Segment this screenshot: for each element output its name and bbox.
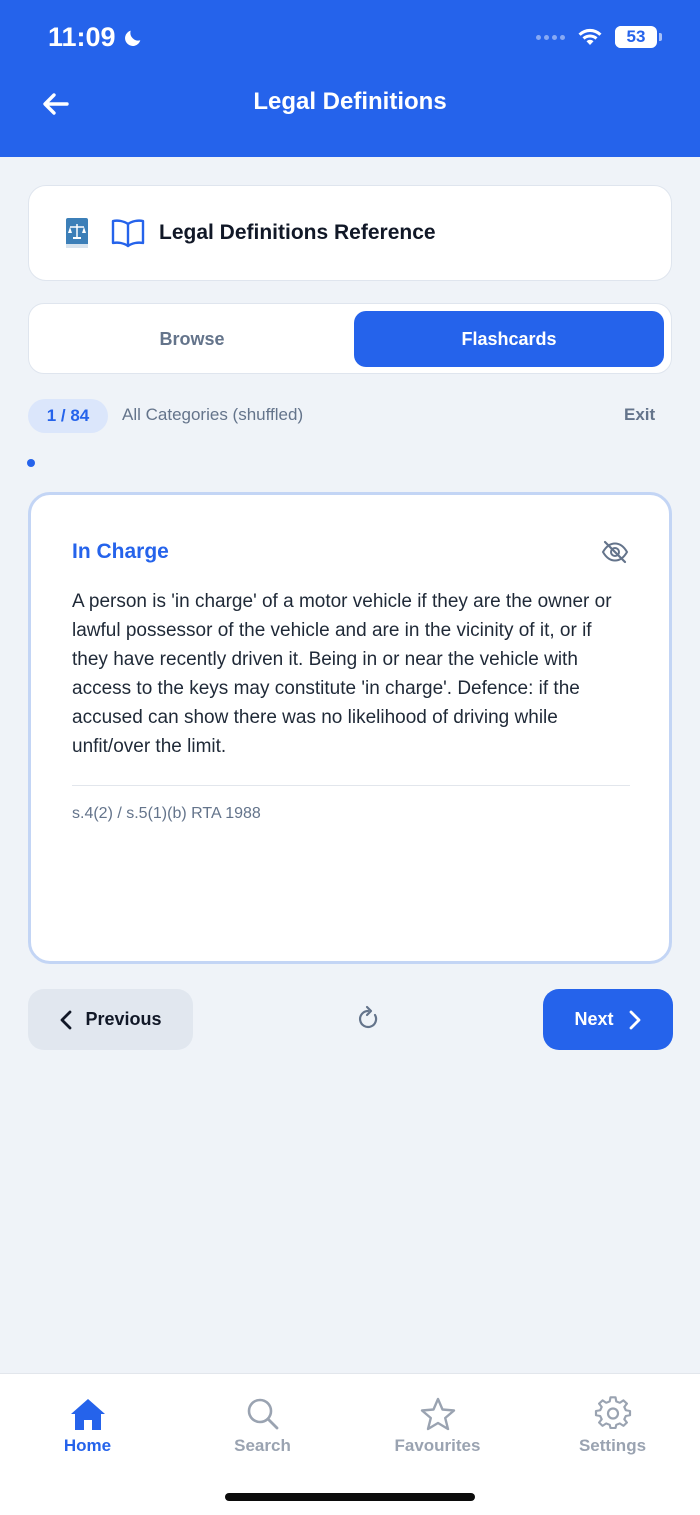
next-label: Next <box>574 1009 614 1029</box>
tab-settings[interactable]: Settings <box>525 1396 700 1456</box>
hide-definition-button[interactable] <box>601 540 629 564</box>
tab-search-label: Search <box>234 1436 291 1455</box>
card-source: s.4(2) / s.5(1)(b) RTA 1988 <box>72 805 261 822</box>
signal-icon <box>536 34 565 40</box>
card-divider <box>72 785 630 786</box>
page-title: Legal Definitions <box>253 88 447 115</box>
tab-favourites[interactable]: Favourites <box>350 1396 525 1456</box>
next-button[interactable]: Next <box>543 989 673 1050</box>
status-icons: 53 <box>536 26 662 48</box>
home-indicator <box>225 1493 475 1501</box>
rotate-icon <box>359 1005 378 1029</box>
exit-button[interactable]: Exit <box>624 405 655 425</box>
previous-button[interactable]: Previous <box>28 989 193 1050</box>
battery-level: 53 <box>626 27 646 46</box>
battery-icon: 53 <box>615 26 662 48</box>
category-label: All Categories (shuffled) <box>122 405 304 424</box>
tab-home[interactable]: Home <box>0 1396 175 1456</box>
tab-search[interactable]: Search <box>175 1396 350 1456</box>
status-time: 11:09 <box>48 22 144 53</box>
reference-card: Legal Definitions Reference <box>28 185 672 281</box>
card-term: In Charge <box>72 540 169 563</box>
home-icon <box>70 1399 105 1430</box>
flip-card-button[interactable] <box>354 1005 382 1033</box>
tab-flashcards[interactable]: Flashcards <box>354 311 664 367</box>
chevron-left-icon <box>61 1010 72 1029</box>
reference-title: Legal Definitions Reference <box>159 221 436 244</box>
tab-home-label: Home <box>63 1436 112 1455</box>
tab-settings-label: Settings <box>578 1436 647 1455</box>
chevron-right-icon <box>629 1010 640 1029</box>
star-icon <box>420 1397 455 1431</box>
wifi-icon <box>578 28 602 45</box>
eye-off-icon <box>601 540 629 564</box>
tab-favourites-label: Favourites <box>394 1436 481 1455</box>
search-icon <box>247 1398 278 1430</box>
flashcard[interactable]: In Charge A person is 'in charge' of a m… <box>28 492 672 964</box>
law-book-icon <box>66 218 88 248</box>
tab-browse[interactable]: Browse <box>37 311 347 367</box>
mode-switch: Browse Flashcards <box>28 303 672 374</box>
gear-icon <box>594 1396 631 1430</box>
progress-indicator <box>27 459 35 467</box>
moon-icon <box>124 30 140 46</box>
open-book-icon <box>111 219 145 248</box>
card-definition: A person is 'in charge' of a motor vehic… <box>72 591 612 757</box>
app-header: 11:09 53 Legal Definitions <box>0 0 700 157</box>
card-counter-badge: 1 / 84 <box>28 399 108 433</box>
previous-label: Previous <box>85 1009 162 1029</box>
clock-text: 11:09 <box>48 22 116 52</box>
